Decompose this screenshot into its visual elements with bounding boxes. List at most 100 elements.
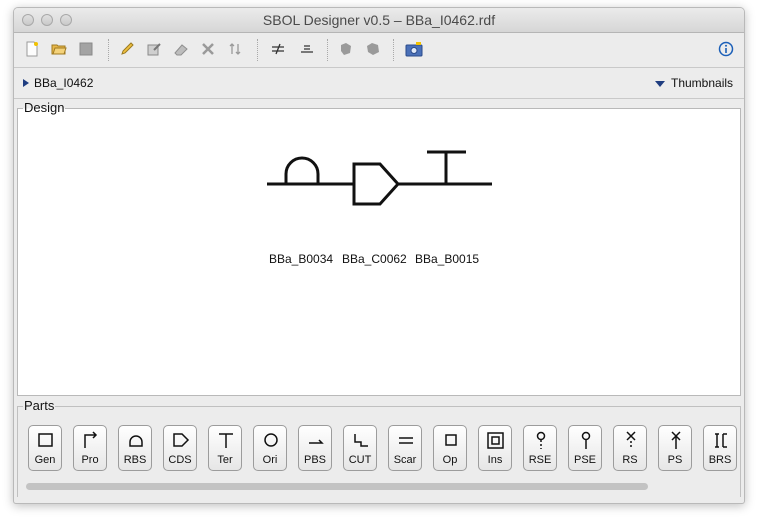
part-button-ins[interactable]: Ins [478, 425, 512, 471]
hide-scars-icon [272, 43, 284, 55]
rbs-glyph[interactable] [284, 156, 320, 186]
part-button-rse[interactable]: RSE [523, 425, 557, 471]
part-button-label: Ins [487, 454, 503, 466]
operator-icon [445, 434, 457, 446]
part-label-rbs: BBa_B0034 [269, 252, 334, 266]
pse-icon [581, 431, 591, 449]
eraser-icon [174, 44, 188, 56]
part-button-pse[interactable]: PSE [568, 425, 602, 471]
part-label-terminator: BBa_B0015 [415, 252, 480, 266]
eraser-button[interactable] [171, 39, 191, 59]
part-button-label: CUT [348, 454, 372, 466]
part-label-cds: BBa_C0062 [342, 252, 407, 266]
breadcrumb-item[interactable]: BBa_I0462 [34, 76, 93, 90]
thumbnails-toggle[interactable]: Thumbnails [671, 76, 733, 90]
part-button-label: Op [442, 454, 458, 466]
rbs-icon [129, 435, 143, 447]
parts-panel: Parts Gen Pro RBS CDS Ter Ori PBS CUT Sc… [17, 399, 741, 497]
expand-triangle-icon[interactable] [23, 79, 29, 87]
part-button-label: PS [667, 454, 683, 466]
camera-icon [405, 42, 423, 57]
part-button-op[interactable]: Op [433, 425, 467, 471]
gen-icon [38, 433, 53, 447]
delete-button[interactable] [198, 39, 218, 59]
open-icon [51, 44, 67, 55]
chevron-down-icon[interactable] [655, 81, 665, 87]
part-button-label: PBS [303, 454, 326, 466]
rse-icon [536, 431, 546, 449]
hide-scars-button[interactable] [268, 39, 288, 59]
part-button-scar[interactable]: Scar [388, 425, 422, 471]
part-button-rbs[interactable]: RBS [118, 425, 152, 471]
cds-icon [173, 433, 190, 447]
design-panel: Design BBa_B0034 BBa_C0062 BBa_B0015 [17, 101, 741, 396]
toolbar-separator [108, 39, 109, 61]
terminator-icon [219, 433, 233, 448]
brs-icon [715, 433, 727, 448]
snapshot-button[interactable] [404, 39, 424, 59]
terminator-glyph[interactable] [427, 150, 466, 184]
cds-glyph[interactable] [352, 162, 401, 206]
pbs-icon [309, 439, 324, 444]
ps-icon [671, 431, 681, 449]
part-button-label: Ter [217, 454, 233, 466]
part-button-label: Pro [81, 454, 99, 466]
edit-root-button[interactable] [144, 39, 164, 59]
toolbar-separator [327, 39, 328, 61]
focus-in-icon [341, 43, 351, 55]
new-button[interactable] [22, 39, 42, 59]
part-button-label: RBS [123, 454, 147, 466]
edit-document-icon [147, 43, 161, 56]
scrollbar-thumb[interactable] [26, 483, 648, 490]
part-button-label: CDS [168, 454, 192, 466]
part-button-label: BRS [708, 454, 732, 466]
part-button-label: Gen [34, 454, 56, 466]
part-button-label: RS [622, 454, 638, 466]
rs-icon [626, 431, 636, 449]
part-button-gen[interactable]: Gen [28, 425, 62, 471]
toolbar-separator [393, 39, 394, 61]
edit-button[interactable] [117, 39, 137, 59]
info-button[interactable] [716, 39, 736, 59]
open-button[interactable] [49, 39, 69, 59]
part-button-cut[interactable]: CUT [343, 425, 377, 471]
focus-out-icon [367, 43, 379, 55]
pencil-icon [121, 42, 134, 55]
insulator-icon [487, 432, 504, 449]
part-button-ori[interactable]: Ori [253, 425, 287, 471]
part-button-label: Ori [262, 454, 278, 466]
info-icon [718, 41, 734, 57]
add-scars-button[interactable] [297, 39, 317, 59]
promoter-icon [84, 431, 98, 448]
flip-icon [229, 43, 241, 55]
toolbar [14, 33, 744, 68]
app-window: SBOL Designer v0.5 – BBa_I0462.rdf BBa_I… [13, 7, 745, 504]
part-button-ter[interactable]: Ter [208, 425, 242, 471]
part-button-label: RSE [528, 454, 552, 466]
delete-icon [202, 43, 214, 55]
cut-icon [354, 434, 368, 447]
toolbar-separator [257, 39, 258, 61]
part-button-pbs[interactable]: PBS [298, 425, 332, 471]
part-button-label: PSE [573, 454, 596, 466]
breadcrumb: BBa_I0462 Thumbnails [14, 68, 744, 99]
part-button-label: Scar [393, 454, 417, 466]
focus-out-button[interactable] [363, 39, 383, 59]
part-button-pro[interactable]: Pro [73, 425, 107, 471]
part-button-brs[interactable]: BRS [703, 425, 737, 471]
focus-in-button[interactable] [336, 39, 356, 59]
parts-panel-title: Parts [23, 398, 56, 413]
part-button-rs[interactable]: RS [613, 425, 647, 471]
new-icon [26, 41, 38, 57]
save-icon [79, 42, 93, 56]
part-button-cds[interactable]: CDS [163, 425, 197, 471]
title-bar[interactable]: SBOL Designer v0.5 – BBa_I0462.rdf [14, 8, 744, 33]
add-scars-icon [301, 45, 313, 53]
window-title: SBOL Designer v0.5 – BBa_I0462.rdf [262, 12, 496, 28]
flip-button[interactable] [225, 39, 245, 59]
save-button[interactable] [76, 39, 96, 59]
origin-icon [264, 433, 278, 447]
parts-scrollbar[interactable] [24, 482, 736, 491]
scar-icon [399, 437, 413, 444]
part-button-ps[interactable]: PS [658, 425, 692, 471]
